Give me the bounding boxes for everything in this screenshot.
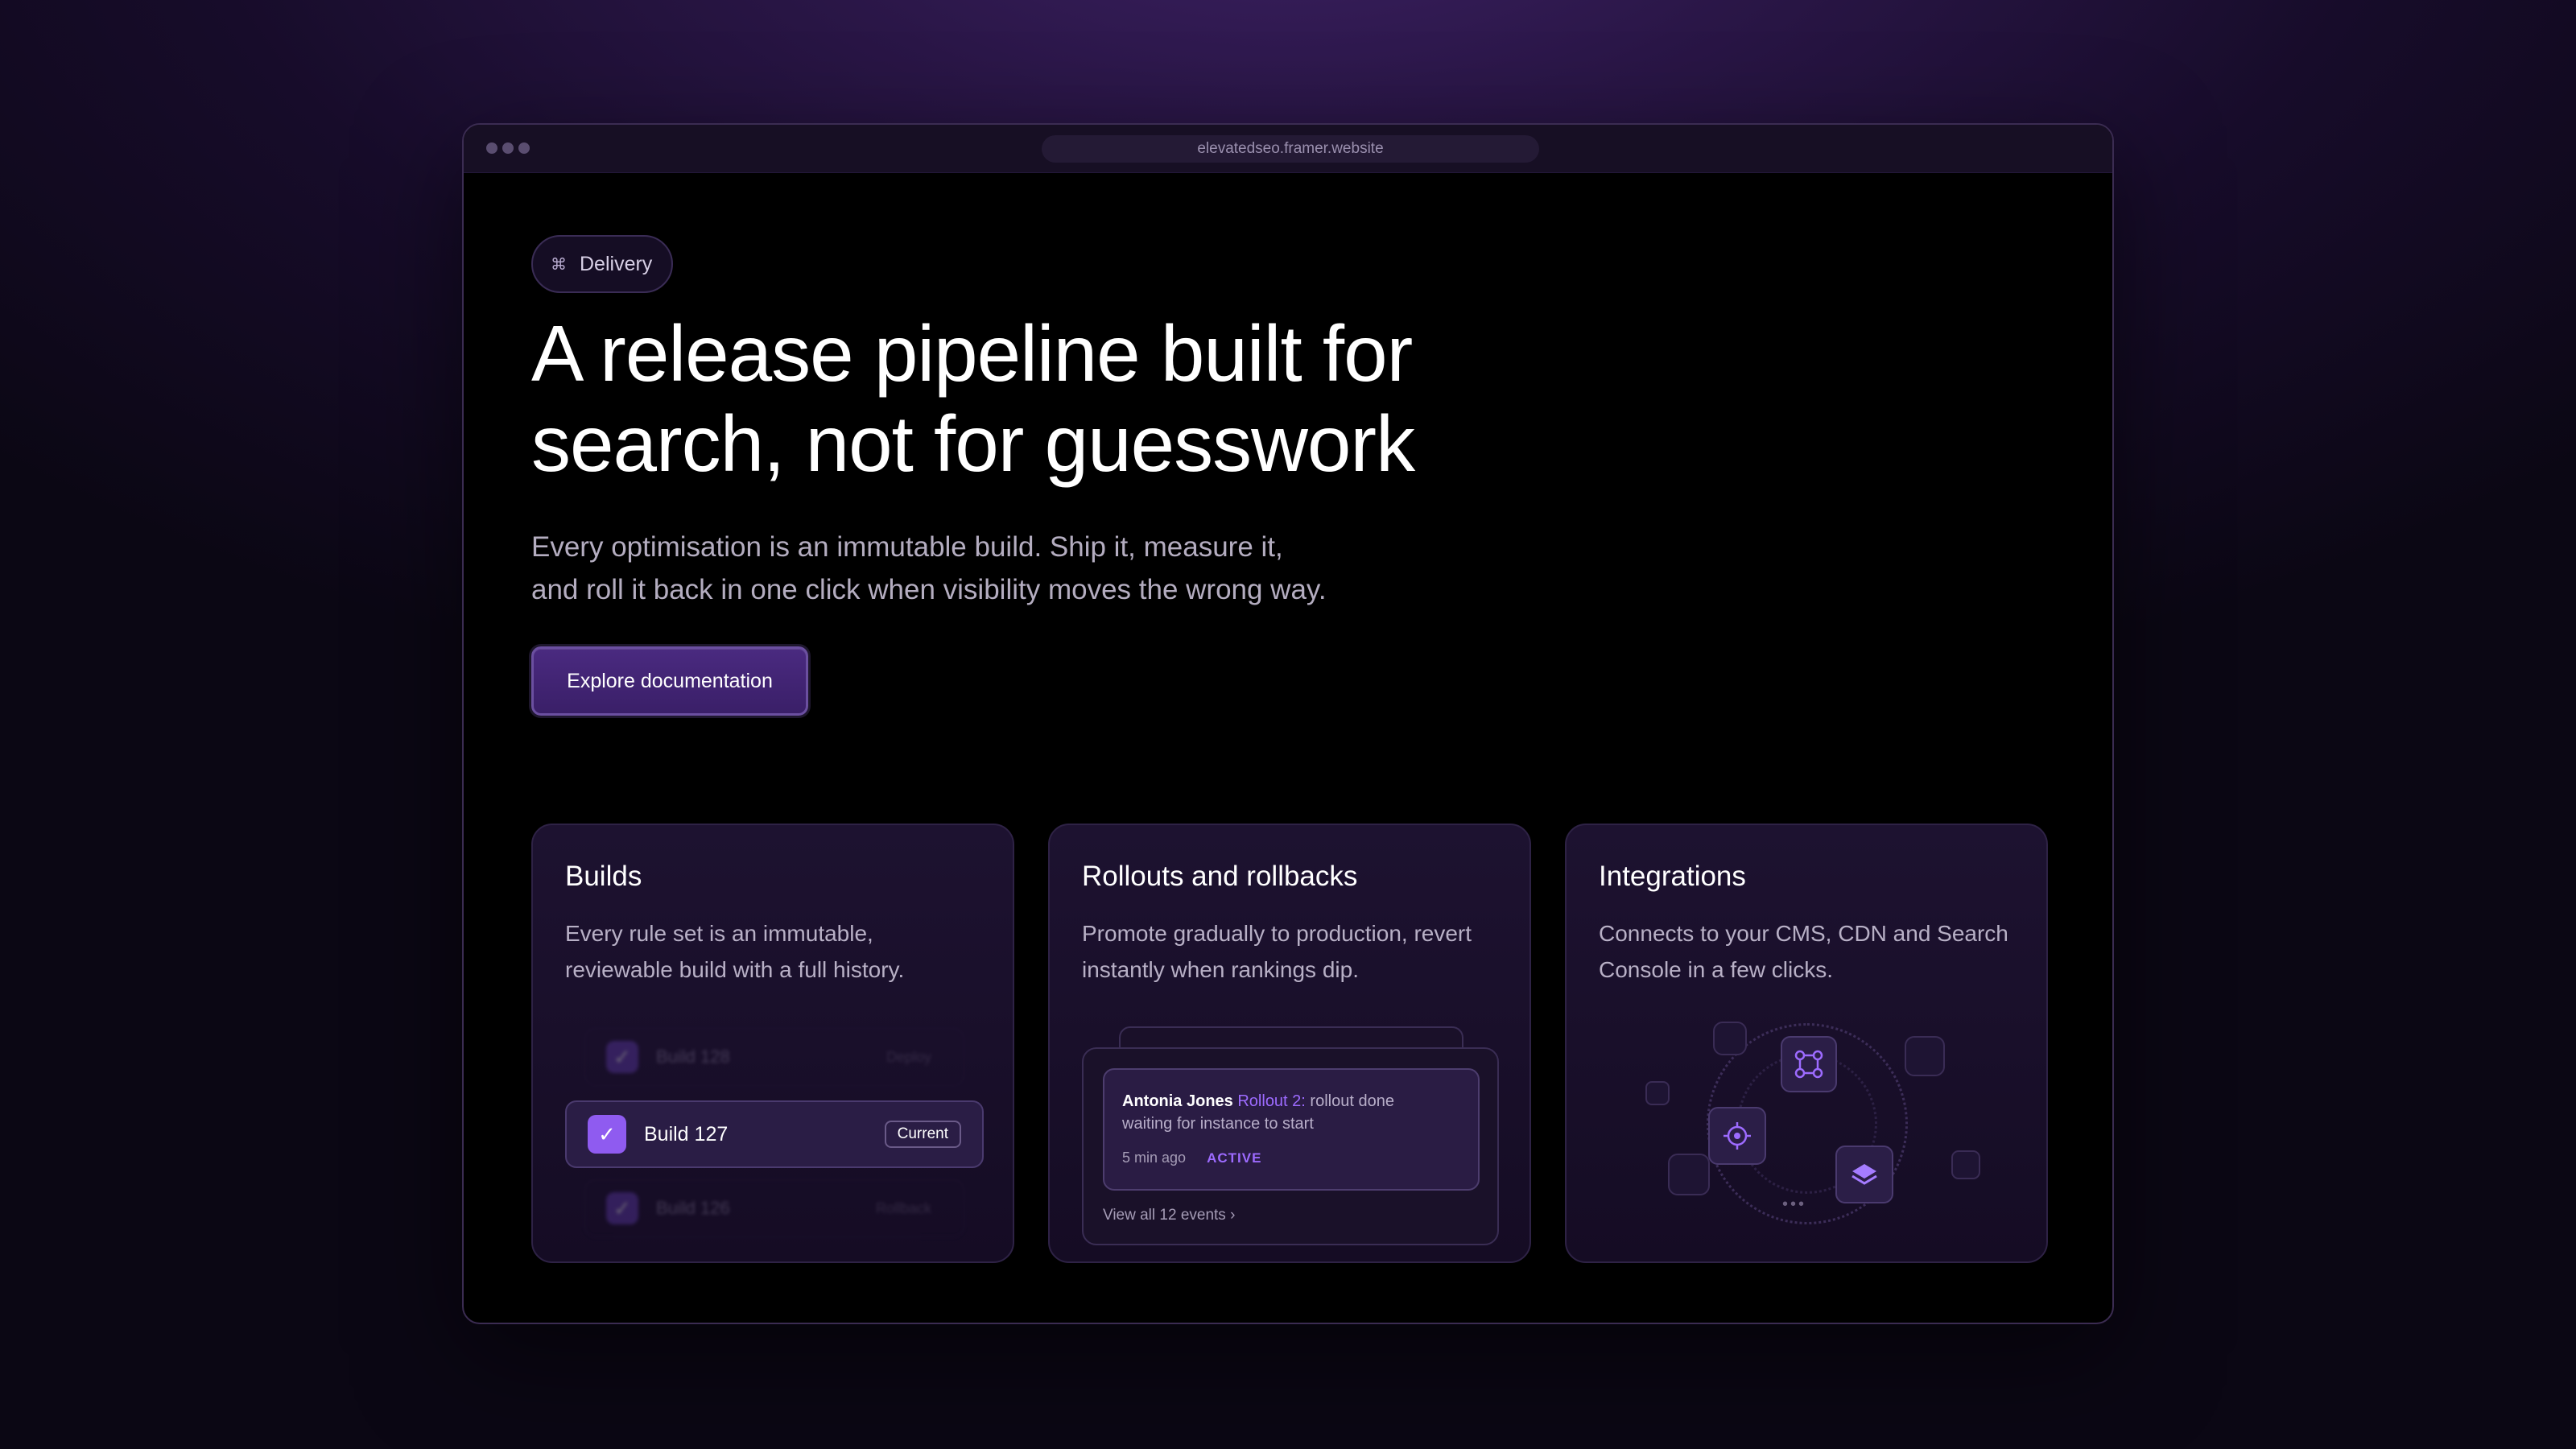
check-icon: ✓ (588, 1115, 626, 1154)
window-controls (486, 142, 530, 154)
browser-window: elevatedseo.framer.website ⌘ Delivery A … (462, 123, 2114, 1324)
headline-line-2: search, not for guesswork (531, 399, 1415, 488)
card-title: Builds (565, 861, 642, 892)
crosshair-icon (1724, 1122, 1751, 1150)
integration-node (1645, 1081, 1670, 1105)
build-icon: ✓ (606, 1041, 638, 1073)
stack-icon (1852, 1164, 1877, 1185)
browser-titlebar: elevatedseo.framer.website (464, 125, 2112, 173)
build-tag: Deploy (886, 1048, 931, 1065)
integration-hub-icon[interactable] (1781, 1036, 1837, 1092)
explore-documentation-button[interactable]: Explore documentation (531, 646, 808, 716)
event-time: 5 min ago (1122, 1150, 1187, 1166)
view-all-events-link[interactable]: View all 12 events › (1103, 1207, 1235, 1224)
nodes-icon (1794, 1050, 1823, 1079)
build-label: Build 127 (644, 1122, 729, 1146)
integration-node (1713, 1022, 1747, 1055)
event-user: Antonia Jones (1122, 1092, 1233, 1110)
event-summary: Antonia Jones Rollout 2: rollout done (1122, 1088, 1460, 1115)
build-row[interactable]: ✓ Build 128 Deploy (584, 1028, 964, 1086)
integration-node (1951, 1150, 1980, 1179)
integration-node (1905, 1036, 1945, 1076)
subtext-line-2: and roll it back in one click when visib… (531, 574, 1327, 605)
integration-node (1668, 1154, 1710, 1195)
headline-line-1: A release pipeline built for (531, 309, 1413, 398)
card-description: Connects to your CMS, CDN and Search Con… (1599, 921, 2008, 982)
target-icon[interactable] (1708, 1107, 1766, 1165)
rollouts-card: Rollouts and rollbacks Promote gradually… (1048, 824, 1531, 1263)
event-text: rollout done (1305, 1092, 1394, 1110)
integrations-card: Integrations Connects to your CMS, CDN a… (1565, 824, 2048, 1263)
current-badge: Current (884, 1121, 961, 1148)
layers-icon[interactable] (1835, 1146, 1893, 1203)
build-tag: Rollback (875, 1199, 931, 1216)
badge-label: Delivery (580, 252, 653, 275)
hero-subtext: Every optimisation is an immutable build… (531, 526, 1457, 611)
card-title: Integrations (1599, 861, 1746, 892)
window-dot-icon[interactable] (486, 142, 497, 154)
build-row-current[interactable]: ✓ Build 127 Current (565, 1100, 984, 1168)
delivery-icon: ⌘ (551, 255, 567, 274)
event-meta: 5 min ago ACTIVE (1122, 1150, 1460, 1166)
page-headline: A release pipeline built for search, not… (531, 308, 1658, 489)
subtext-line-1: Every optimisation is an immutable build… (531, 531, 1283, 563)
status-badge: ACTIVE (1207, 1150, 1262, 1166)
event-item[interactable]: Antonia Jones Rollout 2: rollout done wa… (1103, 1068, 1480, 1191)
card-description: Promote gradually to production, revert … (1082, 921, 1472, 982)
section-badge: ⌘ Delivery (531, 235, 673, 293)
event-panel: Antonia Jones Rollout 2: rollout done wa… (1082, 1047, 1499, 1245)
build-label: Build 126 (656, 1198, 730, 1218)
card-description: Every rule set is an immutable, reviewab… (565, 921, 905, 982)
build-label: Build 128 (656, 1046, 730, 1067)
build-row[interactable]: ✓ Build 126 Rollback (584, 1179, 964, 1237)
address-bar[interactable]: elevatedseo.framer.website (1042, 135, 1539, 163)
window-dot-icon[interactable] (518, 142, 530, 154)
builds-card: Builds Every rule set is an immutable, r… (531, 824, 1014, 1263)
window-dot-icon[interactable] (502, 142, 514, 154)
build-icon: ✓ (606, 1192, 638, 1224)
card-title: Rollouts and rollbacks (1082, 861, 1358, 892)
more-dots-icon: ••• (1782, 1195, 1807, 1213)
event-rollout: Rollout 2: (1237, 1092, 1306, 1110)
event-detail: waiting for instance to start (1122, 1115, 1314, 1133)
